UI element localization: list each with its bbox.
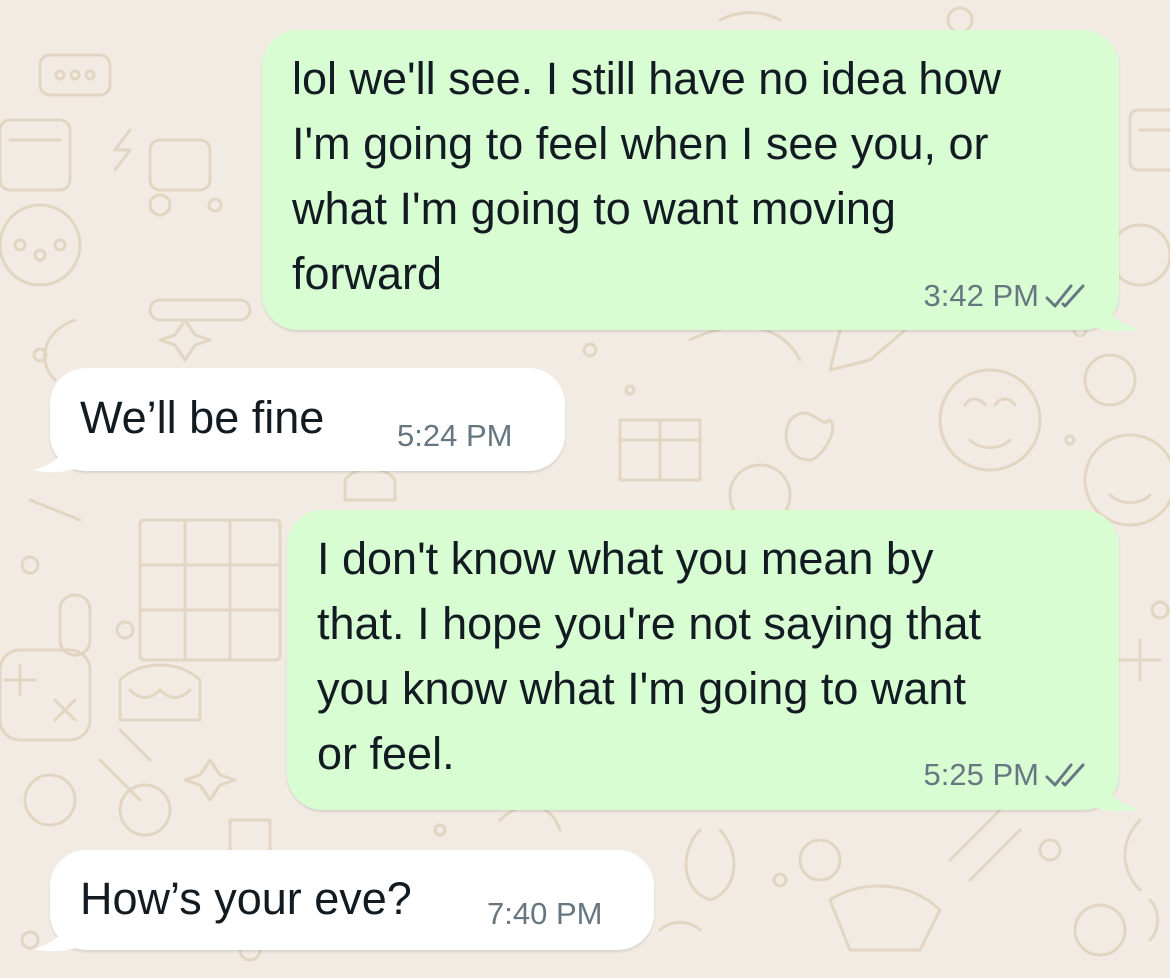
message-timestamp: 3:42 PM [923,278,1039,313]
message-text: We’ll be fine [80,392,325,443]
bubble-tail [33,433,75,473]
double-check-read-icon [1045,284,1085,308]
bubble-tail [33,912,75,952]
message-meta: 5:25 PM [924,757,1089,793]
message-timestamp: 5:25 PM [923,757,1039,792]
double-check-read-icon [1045,763,1085,787]
message-timestamp: 5:24 PM [397,418,513,453]
message-text: lol we'll see. I still have no idea how … [292,53,1001,299]
bubble-tail [1097,292,1139,332]
message-bubble-outgoing[interactable]: I don't know what you mean by that. I ho… [287,510,1139,812]
message-bubble-outgoing[interactable]: lol we'll see. I still have no idea how … [262,30,1139,332]
message-meta: 5:24 PM [397,418,512,454]
message-text: I don't know what you mean by that. I ho… [317,533,982,779]
message-timestamp: 7:40 PM [487,896,603,931]
message-bubble-incoming[interactable]: How’s your eve? 7:40 PM [33,850,654,952]
message-bubble-incoming[interactable]: We’ll be fine 5:24 PM [33,368,565,473]
message-text: How’s your eve? [80,873,412,924]
message-meta: 3:42 PM [924,278,1089,314]
message-meta: 7:40 PM [487,896,602,932]
